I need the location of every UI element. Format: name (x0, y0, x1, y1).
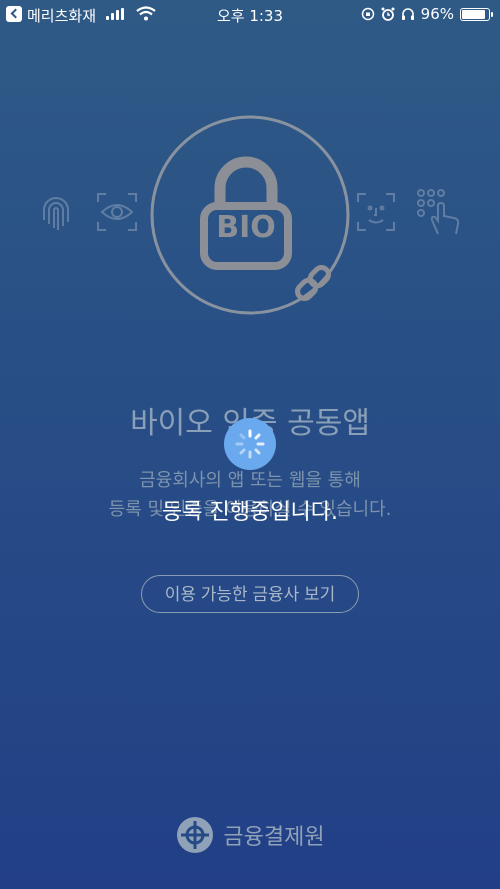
footer-logo-text: 금융결제원 (223, 825, 325, 850)
fingerprint-icon (43, 197, 69, 230)
bio-hero-illustration: BIO (0, 110, 500, 320)
rotation-lock-icon (361, 7, 374, 21)
kftc-logo-icon (177, 817, 214, 853)
headphones-icon (401, 8, 414, 20)
pin-pad-touch-icon (417, 189, 460, 235)
battery-icon (460, 7, 493, 21)
padlock-text: BIO (216, 210, 276, 245)
loading-message: 등록 진행중입니다. (162, 500, 338, 525)
view-available-institutions-button[interactable]: 이용 가능한 금융사 보기 (141, 575, 359, 613)
loading-spinner-icon (224, 418, 276, 470)
face-id-icon (357, 193, 395, 231)
alarm-icon (381, 7, 395, 21)
chain-link-icon (295, 265, 331, 301)
iris-scan-icon (97, 193, 137, 231)
footer-logo: 금융결제원 (0, 815, 500, 855)
status-bar: 메리츠화재 오후 1:33 96% (0, 0, 500, 28)
battery-percent: 96% (420, 5, 454, 23)
